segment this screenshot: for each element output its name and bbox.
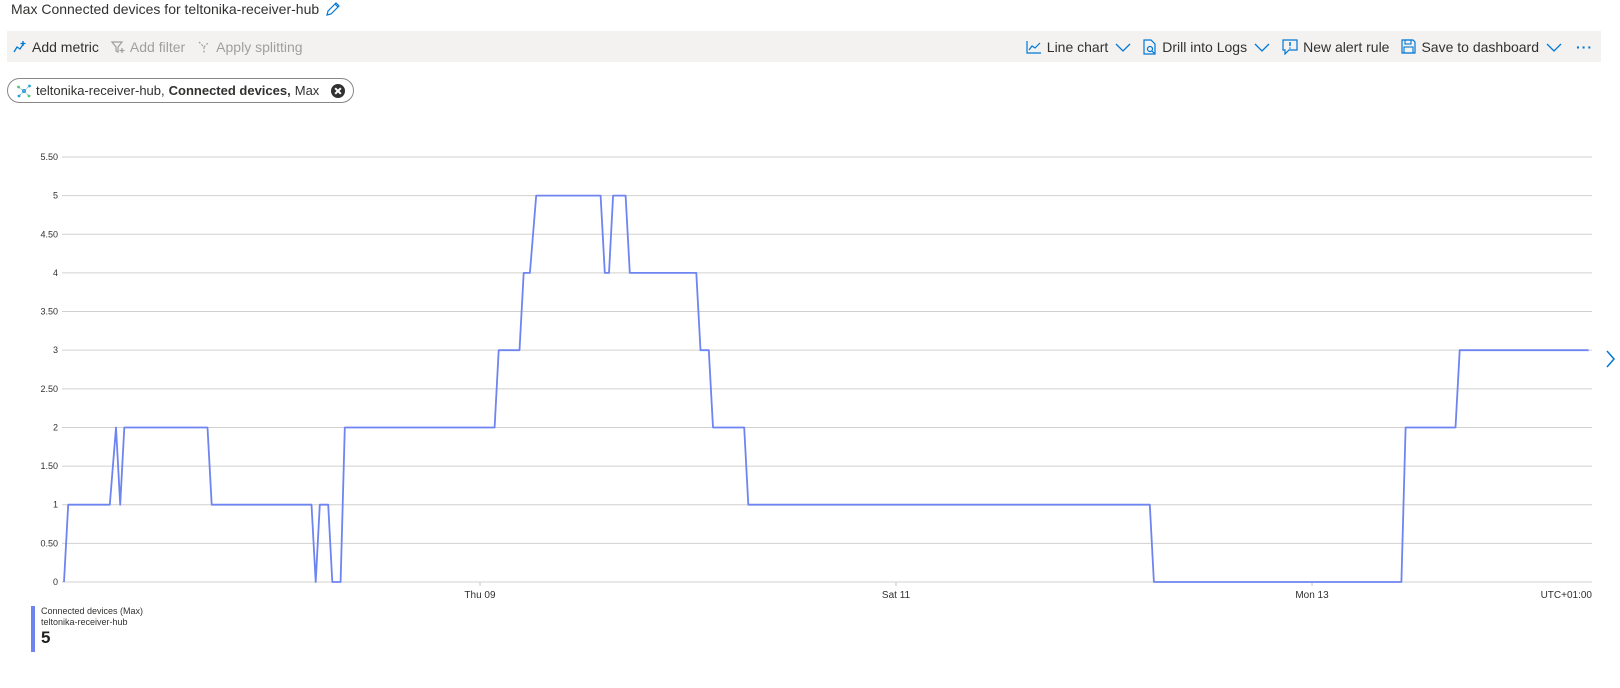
y-tick-label: 1	[53, 500, 58, 510]
chart-title-row: Max Connected devices for teltonika-rece…	[11, 0, 341, 18]
line-chart-button[interactable]: Line chart	[1020, 31, 1137, 62]
y-tick-label: 5.50	[40, 152, 58, 162]
x-tick-label: Thu 09	[464, 590, 496, 601]
y-tick-label: 2.50	[40, 384, 58, 394]
line-chart-label: Line chart	[1046, 38, 1109, 55]
chart-legend[interactable]: Connected devices (Max) teltonika-receiv…	[31, 606, 143, 652]
chart-toolbar: Add metric Add filter Apply splitting Li…	[7, 31, 1601, 62]
y-tick-label: 3.50	[40, 307, 58, 317]
add-filter-icon	[110, 40, 125, 53]
apply-splitting-label: Apply splitting	[216, 38, 303, 55]
x-tick-label: Sat 11	[882, 590, 911, 601]
apply-splitting-icon	[198, 41, 210, 53]
timezone-label: UTC+01:00	[1541, 590, 1593, 601]
chevron-down-icon	[1254, 43, 1270, 52]
remove-metric-icon[interactable]	[331, 83, 346, 98]
alert-icon	[1282, 38, 1298, 55]
drill-into-logs-label: Drill into Logs	[1162, 38, 1248, 55]
toolbar-left-group: Add metric Add filter Apply splitting	[7, 31, 309, 62]
add-metric-label: Add metric	[32, 38, 99, 55]
y-tick-label: 2	[53, 422, 58, 432]
pill-resource: teltonika-receiver-hub,	[36, 83, 165, 98]
toolbar-right-group: Line chart Drill into Logs New alert rul…	[1020, 31, 1601, 62]
pill-aggregation: Max	[294, 83, 320, 98]
y-tick-label: 4	[53, 268, 58, 278]
chart-title: Max Connected devices for teltonika-rece…	[11, 1, 320, 17]
legend-text: Connected devices (Max) teltonika-receiv…	[41, 606, 143, 652]
pill-metric: Connected devices,	[168, 83, 291, 98]
y-tick-label: 3	[53, 345, 58, 355]
apply-splitting-button[interactable]: Apply splitting	[191, 31, 308, 62]
chevron-down-icon	[1546, 43, 1562, 52]
add-metric-button[interactable]: Add metric	[7, 31, 105, 62]
new-alert-rule-button[interactable]: New alert rule	[1276, 31, 1395, 62]
legend-value: 5	[41, 628, 51, 647]
new-alert-rule-label: New alert rule	[1303, 38, 1390, 55]
line-chart-icon	[1026, 40, 1041, 54]
save-icon	[1401, 39, 1417, 54]
y-tick-label: 0	[53, 577, 58, 587]
y-tick-label: 0.50	[40, 538, 58, 548]
y-tick-label: 1.50	[40, 461, 58, 471]
add-metric-icon	[13, 40, 26, 52]
iot-hub-icon	[17, 84, 31, 97]
legend-color-swatch	[31, 606, 35, 652]
add-filter-button[interactable]: Add filter	[105, 31, 191, 62]
y-tick-label: 5	[53, 191, 58, 201]
chevron-right-icon[interactable]	[1604, 349, 1616, 369]
drill-into-logs-button[interactable]: Drill into Logs	[1137, 31, 1276, 62]
y-tick-label: 4.50	[40, 229, 58, 239]
save-to-dashboard-button[interactable]: Save to dashboard	[1395, 31, 1568, 62]
chevron-down-icon	[1115, 43, 1131, 52]
more-options-button[interactable]: ···	[1568, 31, 1601, 62]
metric-pill[interactable]: teltonika-receiver-hub, Connected device…	[7, 78, 355, 103]
legend-series-name: Connected devices (Max)	[41, 606, 144, 616]
legend-resource-name: teltonika-receiver-hub	[41, 617, 128, 627]
drill-logs-icon	[1143, 38, 1156, 55]
add-filter-label: Add filter	[129, 38, 186, 55]
edit-pencil-icon[interactable]	[325, 1, 341, 17]
line-chart: 0 0.50 1 1.50 2 2.50 3 3.50 4 4.50 5 5.50 Thu 09 Sat …	[40, 152, 1593, 601]
metrics-chart-blade: Max Connected devices for teltonika-rece…	[0, 0, 1620, 688]
save-to-dashboard-label: Save to dashboard	[1421, 38, 1539, 55]
x-tick-label: Mon 13	[1295, 590, 1329, 601]
